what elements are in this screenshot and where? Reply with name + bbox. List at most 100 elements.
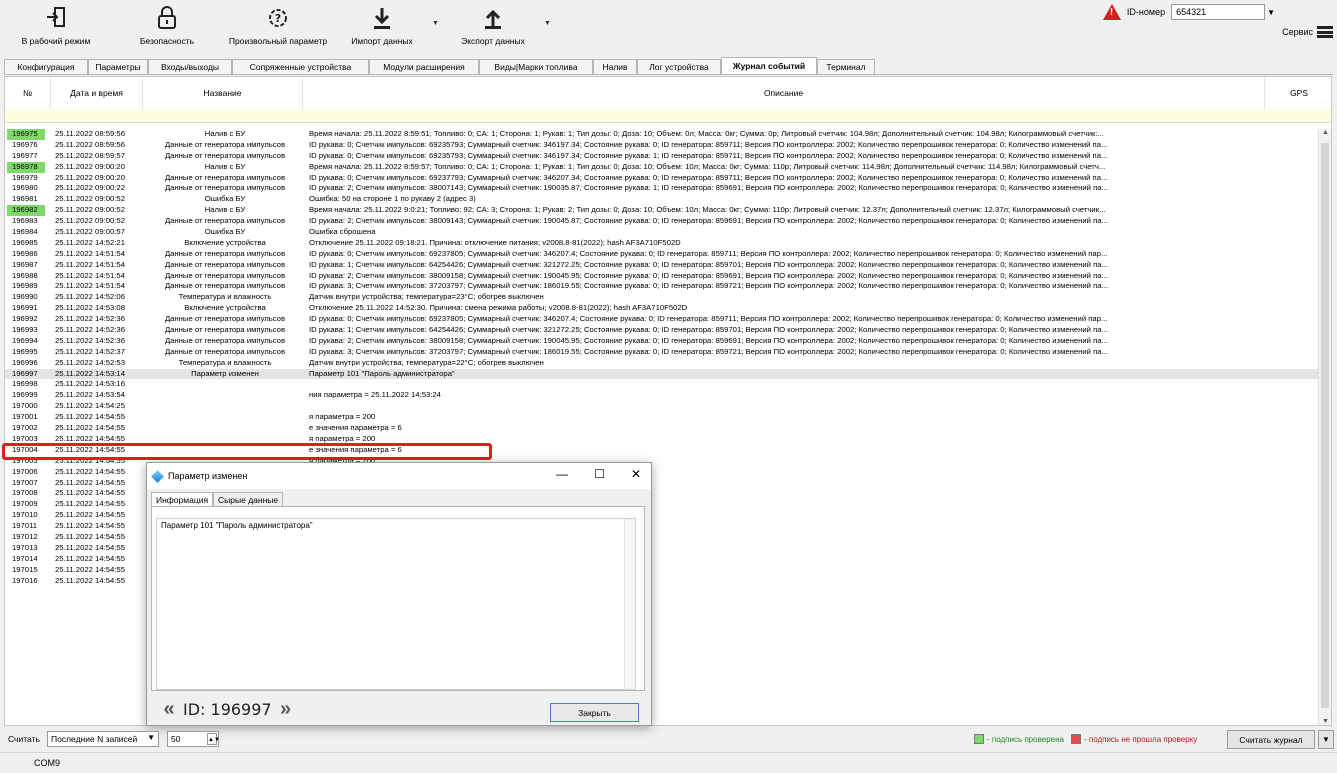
table-row[interactable]: 197002 25.11.2022 14:54:55 е значения пара… bbox=[5, 423, 1319, 434]
cell-description: Датчик внутри устройства; температура=23… bbox=[309, 292, 544, 302]
tab-fuel-types[interactable]: Виды|Марки топлива bbox=[479, 59, 593, 74]
tab-io[interactable]: Входы/выходы bbox=[148, 59, 232, 74]
tab-info[interactable]: Информация bbox=[151, 492, 214, 506]
table-row[interactable]: 197000 25.11.2022 14:54:25 bbox=[5, 401, 1319, 412]
table-row[interactable]: 196988 25.11.2022 14:51:54 Данные от генер… bbox=[5, 271, 1319, 282]
scroll-down-icon[interactable]: ▼ bbox=[1322, 718, 1329, 725]
read-mode-select[interactable]: Последние N записей ▼ bbox=[47, 731, 159, 747]
record-count-input[interactable]: 50 ▲▼ bbox=[167, 731, 220, 747]
cell-description: Время начала: 25.11.2022 8:59:51; Топлив… bbox=[309, 129, 1104, 138]
table-row[interactable]: 196994 25.11.2022 14:52:36 Данные от генер… bbox=[5, 336, 1319, 347]
cell-no: 196980 bbox=[12, 183, 38, 193]
close-icon[interactable]: ✕ bbox=[631, 467, 641, 481]
table-row[interactable]: 196997 25.11.2022 14:53:14 Параметр измене… bbox=[5, 368, 1319, 380]
maximize-icon[interactable]: ☐ bbox=[594, 467, 605, 481]
service-label: Сервис bbox=[1282, 27, 1313, 37]
table-row[interactable]: 196989 25.11.2022 14:51:54 Данные от генер… bbox=[5, 281, 1319, 292]
table-row[interactable]: 196992 25.11.2022 14:52:36 Данные от генер… bbox=[5, 314, 1319, 325]
chevron-down-icon[interactable]: ▼ bbox=[1267, 8, 1275, 17]
table-row[interactable]: 196990 25.11.2022 14:52:06 Температура и в… bbox=[5, 292, 1319, 303]
import-button[interactable]: Импорт данных bbox=[345, 4, 419, 52]
table-row[interactable]: 196983 25.11.2022 09:00:52 Данные от генер… bbox=[5, 216, 1319, 227]
signature-bad-swatch bbox=[1070, 734, 1081, 744]
service-menu-button[interactable]: Сервис bbox=[1282, 26, 1333, 38]
table-row[interactable]: 196984 25.11.2022 09:00:57 Ошибка БУ Ошибка… bbox=[5, 227, 1319, 238]
cell-date: 25.11.2022 09:00:52 bbox=[55, 194, 125, 204]
table-row[interactable]: 196976 25.11.2022 08:59:56 Данные от генер… bbox=[5, 140, 1319, 151]
cell-date: 25.11.2022 08:59:56 bbox=[55, 139, 125, 149]
scroll-up-icon[interactable]: ▲ bbox=[1322, 129, 1329, 136]
header-date[interactable]: Дата и время bbox=[51, 77, 143, 113]
minimize-icon[interactable]: — bbox=[556, 467, 568, 481]
cell-no: 196989 bbox=[12, 281, 38, 291]
tab-event-journal[interactable]: Журнал событий bbox=[721, 57, 817, 74]
header-gps[interactable]: GPS bbox=[1265, 77, 1331, 113]
table-row[interactable]: 196975 25.11.2022 08:59:56 Налив с БУ Время… bbox=[5, 129, 1319, 140]
read-journal-button[interactable]: Считать журнал bbox=[1227, 730, 1315, 749]
table-row[interactable]: 197001 25.11.2022 14:54:55 я параметра = 2… bbox=[5, 412, 1319, 423]
table-row[interactable]: 196980 25.11.2022 09:00:22 Данные от генер… bbox=[5, 183, 1319, 194]
spinner-icon[interactable]: ▲▼ bbox=[207, 733, 220, 745]
header-no[interactable]: № bbox=[5, 77, 51, 113]
cell-no: 197016 bbox=[12, 575, 38, 585]
cell-name: Данные от генератора импульсов bbox=[164, 314, 286, 324]
cell-no: 196986 bbox=[12, 248, 38, 258]
table-row[interactable]: 196987 25.11.2022 14:51:54 Данные от генер… bbox=[5, 260, 1319, 271]
security-button[interactable]: Безопасность bbox=[132, 4, 202, 52]
id-number-select[interactable]: 654321 bbox=[1171, 4, 1266, 20]
chevron-down-icon: ▼ bbox=[147, 733, 155, 742]
custom-param-button[interactable]: ? Произвольный параметр bbox=[225, 4, 331, 52]
export-dropdown-icon[interactable]: ▼ bbox=[544, 20, 551, 27]
work-mode-button[interactable]: В рабочий режим bbox=[14, 4, 98, 52]
table-row[interactable]: 196991 25.11.2022 14:53:08 Включение устро… bbox=[5, 303, 1319, 314]
cell-date: 25.11.2022 09:00:52 bbox=[55, 216, 125, 226]
table-row[interactable]: 196995 25.11.2022 14:52:37 Данные от генер… bbox=[5, 347, 1319, 358]
table-row[interactable]: 196996 25.11.2022 14:52:53 Температура и в… bbox=[5, 358, 1319, 369]
tab-raw-data[interactable]: Сырые данные bbox=[213, 492, 284, 506]
tab-expansion-modules[interactable]: Модули расширения bbox=[369, 59, 479, 74]
next-record-icon[interactable]: » bbox=[276, 698, 296, 721]
vertical-scrollbar[interactable]: ▲ ▼ bbox=[1318, 129, 1331, 725]
table-row[interactable]: 196998 25.11.2022 14:53:16 bbox=[5, 379, 1319, 390]
table-row[interactable]: 196979 25.11.2022 09:00:20 Данные от генер… bbox=[5, 173, 1319, 184]
table-row[interactable]: 196999 25.11.2022 14:53:54 ния параметра =… bbox=[5, 390, 1319, 401]
work-mode-label: В рабочий режим bbox=[21, 36, 91, 46]
header-description[interactable]: Описание bbox=[303, 77, 1265, 113]
table-row[interactable]: 196977 25.11.2022 08:59:57 Данные от генер… bbox=[5, 151, 1319, 162]
cell-name: Данные от генератора импульсов bbox=[164, 139, 286, 149]
cell-no: 196994 bbox=[12, 335, 38, 345]
tab-terminal[interactable]: Терминал bbox=[817, 59, 875, 74]
tab-parameters[interactable]: Параметры bbox=[88, 59, 148, 74]
cell-no: 196977 bbox=[12, 150, 38, 160]
cell-description: ID рукава: 0; Счетчик импульсов: 6923579… bbox=[309, 150, 1108, 160]
table-row[interactable]: 196982 25.11.2022 09:00:52 Налив с БУ Время… bbox=[5, 205, 1319, 217]
export-button[interactable]: Экспорт данных bbox=[455, 4, 531, 52]
cell-date: 25.11.2022 14:52:37 bbox=[55, 346, 125, 356]
table-row[interactable]: 196978 25.11.2022 09:00:20 Налив с БУ Время… bbox=[5, 161, 1319, 173]
info-textarea[interactable]: Параметр 101 "Пароль администратора" bbox=[156, 518, 636, 690]
tab-paired-devices[interactable]: Сопряженные устройства bbox=[232, 59, 369, 74]
textarea-scrollbar[interactable] bbox=[624, 519, 635, 689]
cell-no: 197002 bbox=[12, 423, 38, 433]
table-row[interactable]: 196993 25.11.2022 14:52:36 Данные от генер… bbox=[5, 325, 1319, 336]
cell-description: ID рукава: 3; Счетчик импульсов: 3720379… bbox=[309, 346, 1108, 356]
close-button[interactable]: Закрыть bbox=[550, 703, 639, 722]
header-name[interactable]: Название bbox=[143, 77, 303, 113]
previous-record-icon[interactable]: « bbox=[159, 698, 179, 721]
import-dropdown-icon[interactable]: ▼ bbox=[432, 20, 439, 27]
dialog-content: Параметр 101 "Пароль администратора" bbox=[151, 506, 645, 691]
cell-description: ID рукава: 0; Счетчик импульсов: 6923579… bbox=[309, 139, 1108, 149]
cell-no: 196990 bbox=[12, 292, 38, 302]
table-row[interactable]: 196985 25.11.2022 14:52:21 Включение устро… bbox=[5, 238, 1319, 249]
tab-device-log[interactable]: Лог устройства bbox=[637, 59, 721, 74]
tab-filling[interactable]: Налив bbox=[593, 59, 637, 74]
table-row[interactable]: 196986 25.11.2022 14:51:54 Данные от генер… bbox=[5, 249, 1319, 260]
cell-no: 197007 bbox=[12, 477, 38, 487]
scrollbar-thumb[interactable] bbox=[1321, 143, 1329, 708]
tab-configuration[interactable]: Конфигурация bbox=[4, 59, 88, 74]
filter-row[interactable] bbox=[5, 109, 1331, 123]
cell-name: Данные от генератора импульсов bbox=[164, 281, 286, 291]
read-journal-dropdown-icon[interactable]: ▼ bbox=[1318, 730, 1334, 749]
table-row[interactable]: 196981 25.11.2022 09:00:52 Ошибка БУ Ошибка… bbox=[5, 194, 1319, 205]
record-navigation: « ID: 196997 » bbox=[159, 698, 296, 721]
